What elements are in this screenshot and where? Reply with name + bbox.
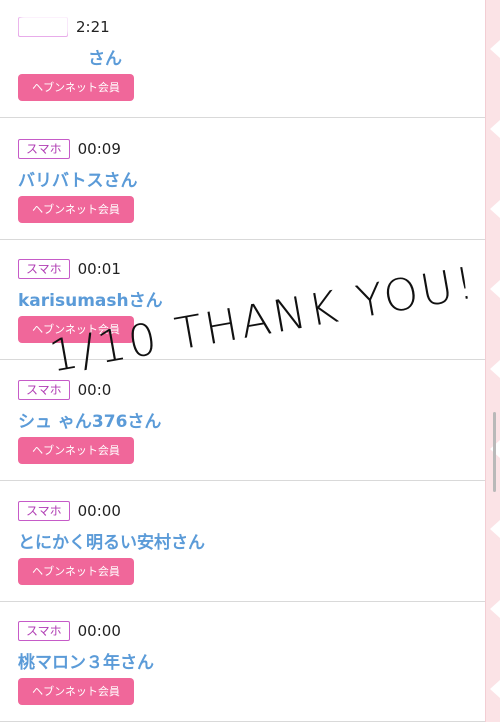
strip-notch (490, 680, 500, 698)
strip-notch (490, 280, 500, 298)
visitor-name[interactable]: バリバトスさん (18, 166, 138, 191)
visitor-name[interactable]: さん (88, 44, 122, 69)
visitor-name[interactable]: karisumashさん (18, 286, 163, 311)
list-item[interactable]: スマホ 00:00 桃マロン３年さん ヘブンネット会員 (0, 602, 486, 722)
visit-time: 00:01 (77, 260, 121, 278)
decorative-side-strip (485, 0, 500, 722)
device-tag: スマホ (18, 139, 70, 159)
redaction-smudge (20, 12, 70, 34)
item-meta: スマホ 00:0 (18, 379, 111, 401)
visitor-name[interactable]: とにかく明るい安村さん (18, 528, 205, 553)
member-badge-button[interactable]: ヘブンネット会員 (18, 558, 134, 585)
scrollbar-thumb[interactable] (493, 412, 496, 492)
device-tag: スマホ (18, 380, 70, 400)
strip-notch (490, 600, 500, 618)
device-tag: スマホ (18, 259, 70, 279)
visit-time: 2:21 (76, 18, 110, 36)
member-badge-button[interactable]: ヘブンネット会員 (18, 437, 134, 464)
visit-time: 00:0 (77, 381, 112, 399)
visit-time: 00:00 (77, 622, 121, 640)
visitor-name[interactable]: 桃マロン３年さん (18, 648, 154, 673)
list-item[interactable]: 2:21 さん ヘブンネット会員 (0, 0, 486, 118)
visit-time: 00:00 (77, 502, 121, 520)
member-badge-button[interactable]: ヘブンネット会員 (18, 74, 134, 101)
item-meta: スマホ 00:00 (18, 620, 121, 642)
item-meta: スマホ 00:00 (18, 500, 121, 522)
strip-notch (490, 120, 500, 138)
item-meta: スマホ 00:09 (18, 138, 121, 160)
visitor-name[interactable]: シュ ゃん376さん (18, 407, 161, 432)
device-tag: スマホ (18, 501, 70, 521)
list-item[interactable]: スマホ 00:00 とにかく明るい安村さん ヘブンネット会員 (0, 482, 486, 602)
strip-notch (490, 520, 500, 538)
item-meta: スマホ 00:01 (18, 258, 121, 280)
member-badge-button[interactable]: ヘブンネット会員 (18, 678, 134, 705)
strip-notch (490, 40, 500, 58)
list-item[interactable]: スマホ 00:09 バリバトスさん ヘブンネット会員 (0, 120, 486, 240)
member-badge-button[interactable]: ヘブンネット会員 (18, 196, 134, 223)
device-tag: スマホ (18, 621, 70, 641)
visit-time: 00:09 (77, 140, 121, 158)
strip-notch (490, 200, 500, 218)
strip-notch (490, 360, 500, 378)
